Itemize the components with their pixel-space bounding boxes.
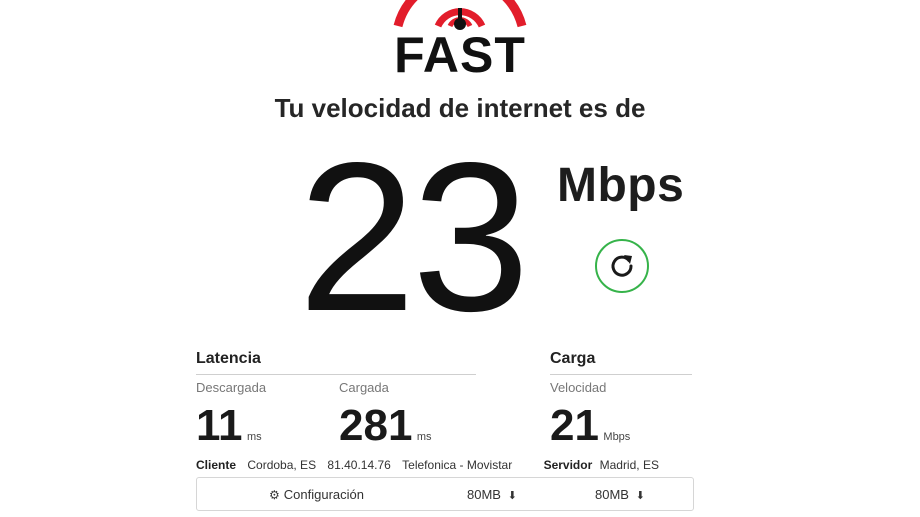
client-isp: Telefonica - Movistar bbox=[402, 458, 513, 472]
upload-size: 80MB ⬇ bbox=[595, 487, 645, 502]
connection-info: Cliente Cordoba, ES 81.40.14.76 Telefoni… bbox=[196, 458, 659, 472]
latency-unloaded-label: Descargada bbox=[196, 380, 267, 395]
refresh-icon bbox=[611, 255, 633, 277]
download-arrow-icon: ⬇ bbox=[507, 490, 517, 502]
speed-value: 23 bbox=[298, 118, 530, 355]
client-label: Cliente bbox=[196, 458, 237, 472]
latency-title: Latencia bbox=[196, 350, 261, 367]
speedometer-icon bbox=[393, 0, 527, 30]
client-ip: 81.40.14.76 bbox=[327, 458, 391, 472]
server-label: Servidor bbox=[543, 458, 593, 472]
settings-button[interactable]: ⚙ Configuración bbox=[269, 487, 364, 502]
upload-speed-unit: Mbps bbox=[603, 431, 631, 443]
latency-divider bbox=[196, 374, 476, 375]
config-bar: ⚙ Configuración 80MB ⬇ 80MB ⬇ bbox=[196, 477, 694, 511]
upload-size-value: 80MB bbox=[595, 487, 629, 502]
refresh-button[interactable] bbox=[595, 239, 649, 293]
upload-divider bbox=[550, 374, 692, 375]
latency-unloaded: 11 ms bbox=[196, 404, 262, 448]
fast-logo: FAST bbox=[0, 0, 920, 80]
gear-icon: ⚙ bbox=[269, 488, 280, 502]
upload-speed: 21 Mbps bbox=[550, 404, 630, 448]
latency-unloaded-value: 11 bbox=[196, 401, 243, 450]
upload-arrow-icon: ⬇ bbox=[635, 490, 645, 502]
latency-loaded-unit: ms bbox=[416, 431, 432, 443]
upload-speed-value: 21 bbox=[550, 401, 599, 450]
speed-unit: Mbps bbox=[557, 159, 685, 212]
client-location: Cordoba, ES bbox=[247, 458, 317, 472]
latency-loaded: 281 ms bbox=[339, 404, 432, 448]
latency-loaded-label: Cargada bbox=[339, 380, 389, 395]
upload-title: Carga bbox=[550, 350, 596, 367]
download-size: 80MB ⬇ bbox=[467, 487, 517, 502]
upload-speed-label: Velocidad bbox=[550, 380, 607, 395]
server-location: Madrid, ES bbox=[599, 458, 659, 472]
logo-text: FAST bbox=[394, 27, 526, 83]
download-size-value: 80MB bbox=[467, 487, 501, 502]
latency-unloaded-unit: ms bbox=[246, 431, 262, 443]
latency-loaded-value: 281 bbox=[339, 401, 413, 450]
settings-label: Configuración bbox=[283, 487, 364, 502]
